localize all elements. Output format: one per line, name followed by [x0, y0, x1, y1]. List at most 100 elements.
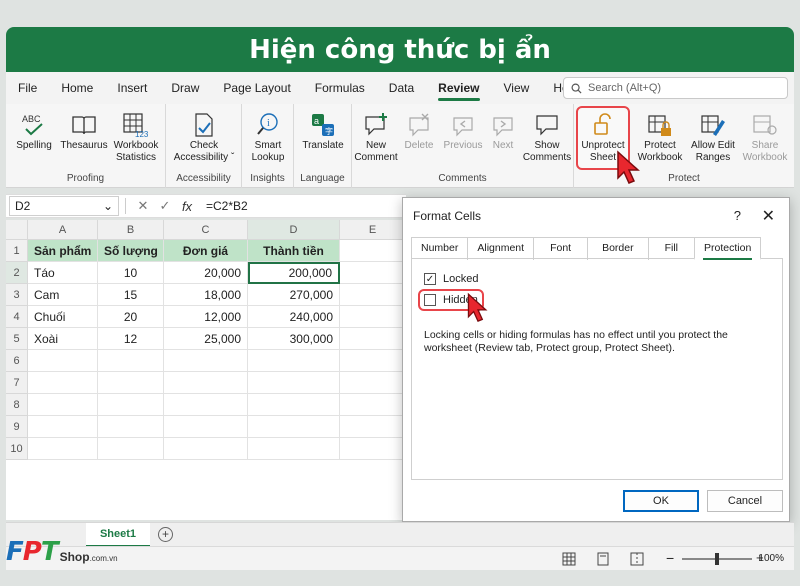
zoom-slider-thumb[interactable]: [715, 553, 719, 565]
table-cell[interactable]: 25,000: [164, 328, 248, 350]
row-header[interactable]: 2: [6, 262, 28, 284]
group-accessibility-label: Accessibility: [176, 173, 231, 184]
row-header[interactable]: 1: [6, 240, 28, 262]
fpt-shop-logo: FPT Shop .com.vn: [6, 534, 118, 570]
tab-number[interactable]: Number: [411, 237, 469, 260]
table-header-cell[interactable]: Đơn giá: [164, 240, 248, 262]
search-input[interactable]: Search (Alt+Q): [563, 77, 788, 99]
row-header[interactable]: 9: [6, 416, 28, 438]
formula-input[interactable]: =C2*B2: [206, 199, 248, 213]
column-header[interactable]: A: [28, 220, 98, 240]
selected-cell[interactable]: 200,000: [248, 262, 340, 284]
table-header-cell[interactable]: Số lượng: [98, 240, 164, 262]
sheet-tabs-bar: Sheet1 +: [6, 522, 794, 547]
table-header-cell[interactable]: Thành tiền: [248, 240, 340, 262]
table-cell[interactable]: Chuối: [28, 306, 98, 328]
new-comment-button[interactable]: New Comment: [354, 110, 398, 164]
check-accessibility-label-1: Check: [189, 140, 219, 151]
show-comments-icon: [522, 110, 572, 140]
delete-comment-button[interactable]: Delete: [400, 110, 438, 152]
column-header[interactable]: C: [164, 220, 248, 240]
table-cell[interactable]: [340, 240, 406, 262]
normal-view-icon[interactable]: [562, 552, 576, 566]
table-cell[interactable]: Táo: [28, 262, 98, 284]
tab-fill[interactable]: Fill: [647, 237, 696, 260]
ok-button[interactable]: OK: [623, 490, 699, 512]
translate-button[interactable]: a字 Translate: [298, 110, 348, 152]
group-comments: New Comment Delete Previous Next Show Co…: [352, 104, 574, 188]
cancel-button[interactable]: Cancel: [707, 490, 783, 512]
select-all-corner[interactable]: [6, 220, 28, 240]
row-header[interactable]: 5: [6, 328, 28, 350]
column-header[interactable]: D: [248, 220, 340, 240]
previous-comment-button[interactable]: Previous: [440, 110, 486, 152]
menu-file[interactable]: File: [6, 72, 49, 104]
table-cell[interactable]: 240,000: [248, 306, 340, 328]
spelling-label: Spelling: [16, 140, 52, 151]
table-cell[interactable]: 300,000: [248, 328, 340, 350]
smart-lookup-button[interactable]: i Smart Lookup: [246, 110, 290, 164]
zoom-level[interactable]: 100%: [758, 553, 784, 564]
add-sheet-icon[interactable]: +: [158, 527, 173, 542]
table-cell[interactable]: Cam: [28, 284, 98, 306]
table-header-cell[interactable]: Sản phẩm: [28, 240, 98, 262]
table-cell[interactable]: 12,000: [164, 306, 248, 328]
table-cell[interactable]: 20,000: [164, 262, 248, 284]
checkmark-icon: ✓: [424, 273, 436, 285]
row-header[interactable]: 7: [6, 372, 28, 394]
menu-insert[interactable]: Insert: [105, 72, 159, 104]
allow-edit-ranges-button[interactable]: Allow Edit Ranges: [686, 110, 740, 164]
show-comments-label-1: Show: [534, 140, 560, 151]
zoom-slider[interactable]: [682, 553, 752, 565]
zoom-out-icon[interactable]: −: [666, 550, 674, 566]
row-header[interactable]: 4: [6, 306, 28, 328]
row-header[interactable]: 8: [6, 394, 28, 416]
table-cell[interactable]: 15: [98, 284, 164, 306]
share-workbook-button[interactable]: Share Workbook: [738, 110, 792, 164]
menu-data[interactable]: Data: [377, 72, 426, 104]
table-cell[interactable]: 18,000: [164, 284, 248, 306]
tab-protection[interactable]: Protection: [694, 237, 762, 260]
table-cell[interactable]: 270,000: [248, 284, 340, 306]
table-cell[interactable]: Xoài: [28, 328, 98, 350]
menu-draw[interactable]: Draw: [159, 72, 211, 104]
page-break-view-icon[interactable]: [630, 552, 644, 566]
workbook-statistics-label-2: Statistics: [115, 152, 156, 163]
thesaurus-button[interactable]: Thesaurus: [58, 110, 110, 152]
show-comments-button[interactable]: Show Comments: [522, 110, 572, 164]
tab-font[interactable]: Font: [533, 237, 589, 260]
tab-border[interactable]: Border: [587, 237, 649, 260]
workbook-statistics-button[interactable]: 123 Workbook Statistics: [110, 110, 162, 164]
row-header[interactable]: 3: [6, 284, 28, 306]
menu-view[interactable]: View: [492, 72, 542, 104]
row-header[interactable]: 6: [6, 350, 28, 372]
menu-review[interactable]: Review: [426, 72, 491, 104]
insert-function-icon[interactable]: fx: [176, 199, 198, 214]
column-header[interactable]: E: [340, 220, 406, 240]
table-cell[interactable]: [340, 306, 406, 328]
table-cell[interactable]: [340, 328, 406, 350]
row-header[interactable]: 10: [6, 438, 28, 460]
menu-page-layout[interactable]: Page Layout: [211, 72, 302, 104]
spelling-button[interactable]: ABC Spelling: [14, 110, 54, 152]
table-cell[interactable]: [340, 262, 406, 284]
check-accessibility-button[interactable]: Check Accessibility ˇ: [170, 110, 238, 164]
help-icon[interactable]: ?: [734, 208, 741, 223]
empty-cells[interactable]: [28, 350, 406, 460]
table-cell[interactable]: 12: [98, 328, 164, 350]
tab-alignment[interactable]: Alignment: [467, 237, 535, 260]
confirm-formula-icon[interactable]: ✓: [154, 198, 176, 214]
name-box[interactable]: D2 ⌄: [9, 196, 119, 216]
table-cell[interactable]: 10: [98, 262, 164, 284]
cancel-formula-icon[interactable]: ✕: [132, 198, 154, 214]
next-comment-button[interactable]: Next: [486, 110, 520, 152]
search-icon: [571, 83, 582, 94]
table-cell[interactable]: [340, 284, 406, 306]
locked-checkbox[interactable]: ✓ Locked: [424, 273, 478, 285]
column-header[interactable]: B: [98, 220, 164, 240]
close-icon[interactable]: ✕: [762, 206, 775, 226]
menu-formulas[interactable]: Formulas: [303, 72, 377, 104]
menu-home[interactable]: Home: [49, 72, 105, 104]
table-cell[interactable]: 20: [98, 306, 164, 328]
page-layout-view-icon[interactable]: [596, 552, 610, 566]
